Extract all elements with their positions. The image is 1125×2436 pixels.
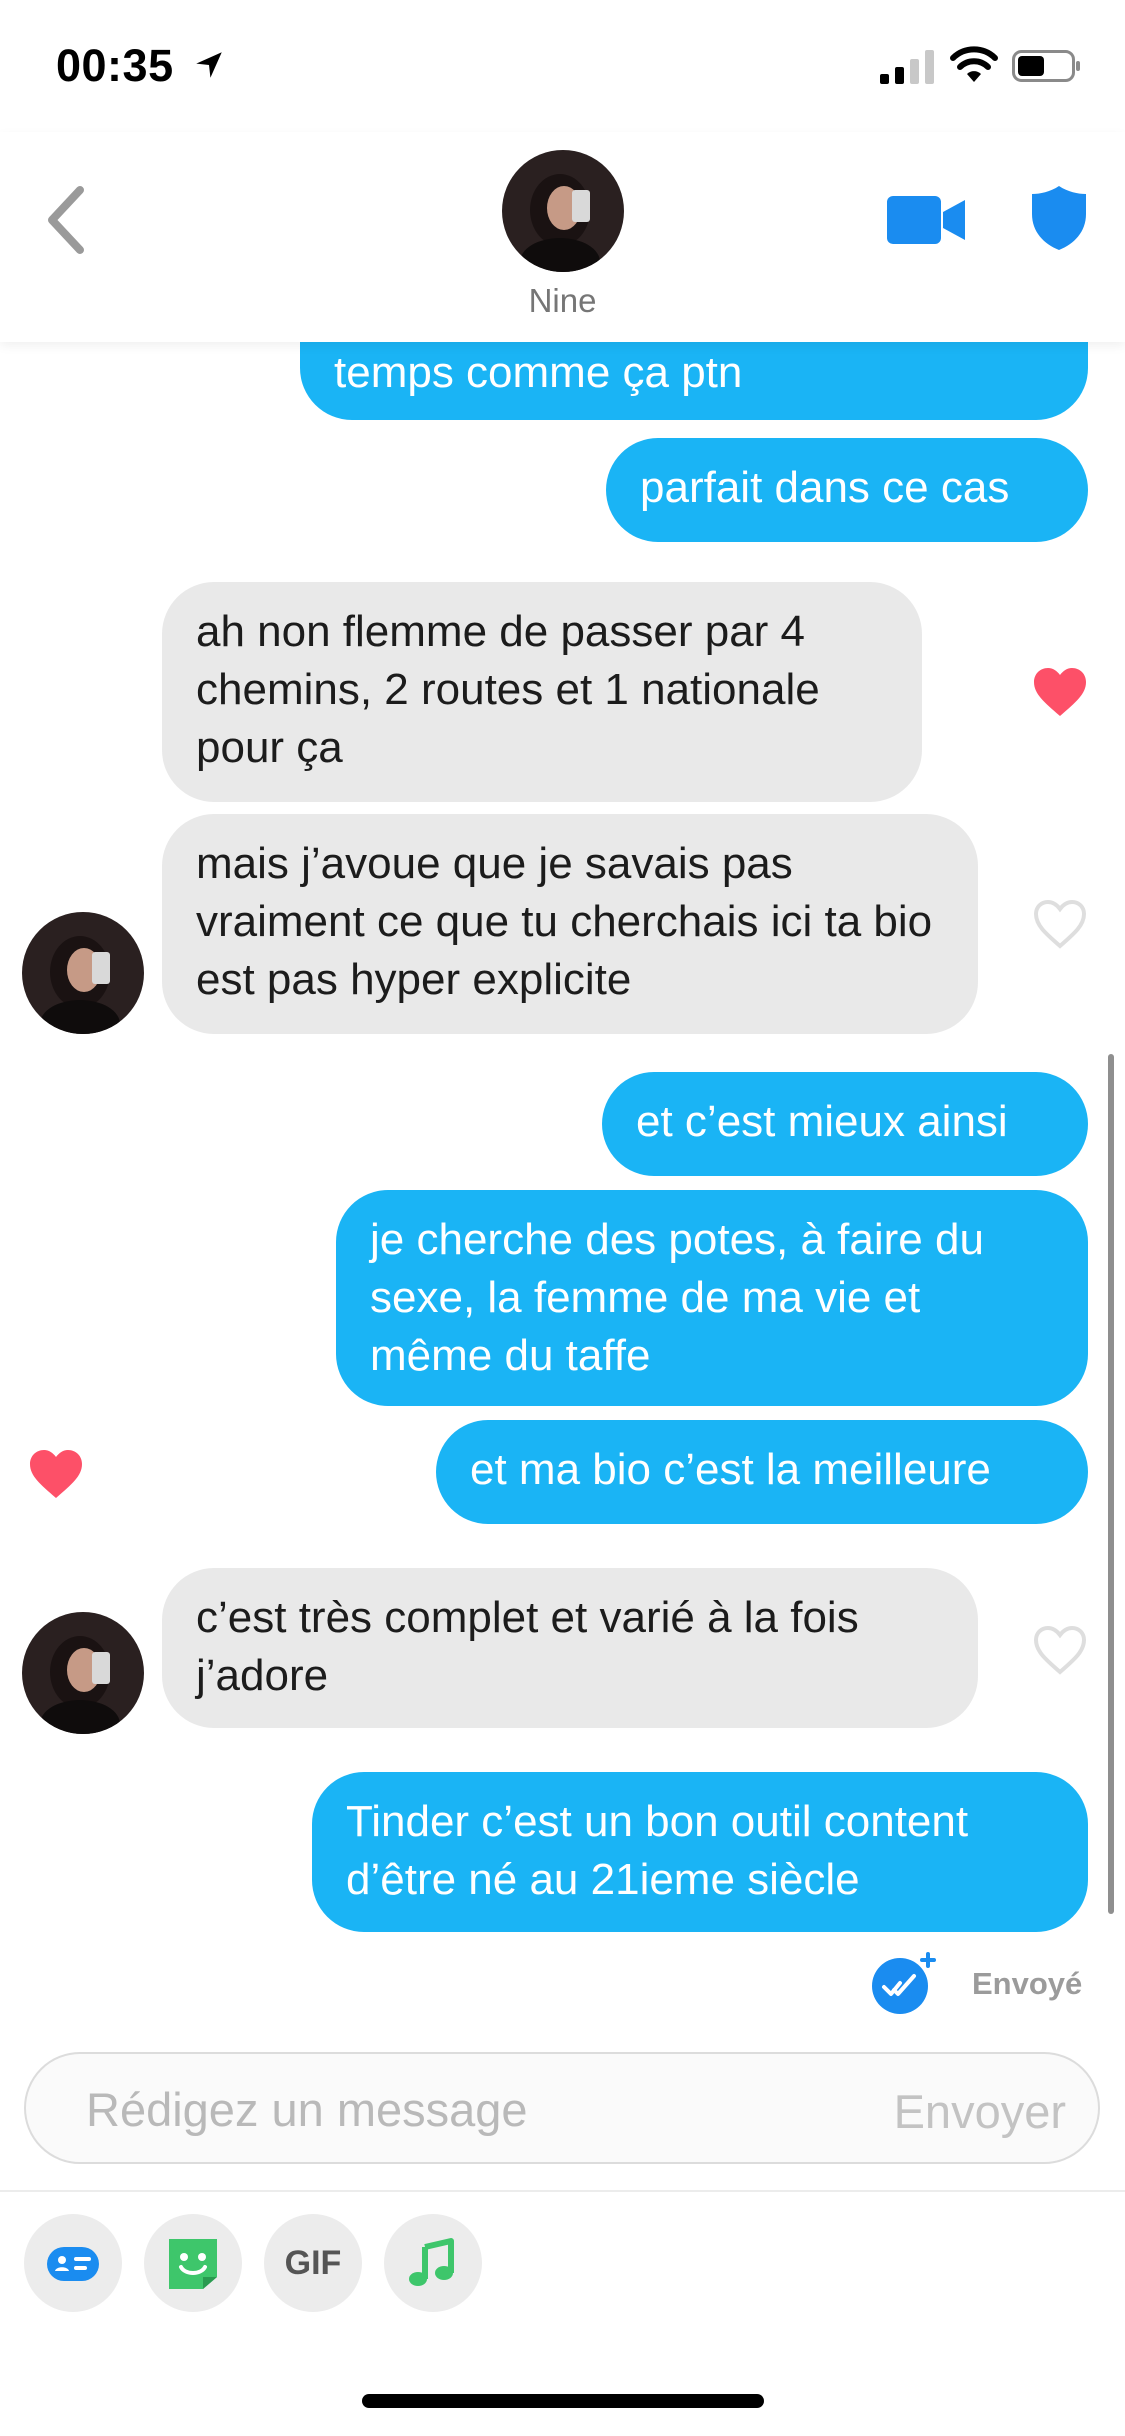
heart-outline-icon[interactable] <box>1032 1624 1088 1676</box>
home-indicator[interactable] <box>362 2394 764 2408</box>
music-note-icon <box>409 2238 454 2286</box>
location-arrow-icon <box>196 52 222 78</box>
message-input[interactable] <box>84 2054 788 2164</box>
contact-card-icon <box>47 2247 99 2281</box>
send-button[interactable]: Envoyer <box>894 2084 1066 2139</box>
status-bar: 00:35 <box>0 0 1125 132</box>
message-status: Envoyé <box>870 1950 1100 2020</box>
sticker-button[interactable] <box>144 2214 242 2312</box>
message-bubble-outgoing[interactable]: Tinder c’est un bon outil content d’être… <box>312 1772 1088 1932</box>
scrollbar[interactable] <box>1108 1054 1114 1914</box>
shield-icon[interactable] <box>1030 184 1088 252</box>
message-composer: Envoyer <box>24 2052 1100 2164</box>
back-chevron-icon[interactable] <box>36 180 96 260</box>
battery-icon <box>1012 50 1080 82</box>
contact-avatar[interactable] <box>22 1612 144 1734</box>
gif-button[interactable]: GIF <box>264 2214 362 2312</box>
status-time: 00:35 <box>56 40 174 91</box>
message-bubble-incoming[interactable]: mais j’avoue que je savais pas vraiment … <box>162 814 978 1034</box>
sent-status-label: Envoyé <box>972 1966 1083 2001</box>
message-bubble-outgoing[interactable]: et ma bio c’est la meilleure <box>436 1420 1088 1524</box>
contact-avatar[interactable] <box>22 912 144 1034</box>
message-bubble-incoming[interactable]: ah non flemme de passer par 4 chemins, 2… <box>162 582 922 802</box>
music-button[interactable] <box>384 2214 482 2312</box>
signal-icon <box>880 50 934 84</box>
gif-label: GIF <box>284 2244 342 2282</box>
wifi-icon <box>950 46 998 82</box>
heart-outline-icon[interactable] <box>1032 898 1088 950</box>
video-camera-icon[interactable] <box>885 190 967 250</box>
avatar-photo <box>502 150 624 272</box>
contact-card-button[interactable] <box>24 2214 122 2312</box>
message-bubble-outgoing[interactable]: je cherche des potes, à faire du sexe, l… <box>336 1190 1088 1406</box>
check-badge-icon <box>872 1952 936 2014</box>
message-bubble-outgoing[interactable]: parfait dans ce cas <box>606 438 1088 542</box>
message-bubble-incoming[interactable]: c’est très complet et varié à la fois j’… <box>162 1568 978 1728</box>
divider <box>0 2190 1125 2192</box>
message-list[interactable]: temps comme ça ptn parfait dans ce cas a… <box>0 304 1125 2002</box>
message-bubble-outgoing[interactable]: et c’est mieux ainsi <box>602 1072 1088 1176</box>
avatar-photo <box>22 912 144 1034</box>
avatar-photo <box>22 1612 144 1734</box>
sticker-icon <box>169 2239 217 2289</box>
heart-icon[interactable] <box>1032 666 1088 718</box>
contact-avatar[interactable] <box>502 150 624 272</box>
heart-icon[interactable] <box>28 1448 84 1500</box>
contact-name: Nine <box>528 282 597 319</box>
chat-header: Nine <box>0 132 1125 342</box>
